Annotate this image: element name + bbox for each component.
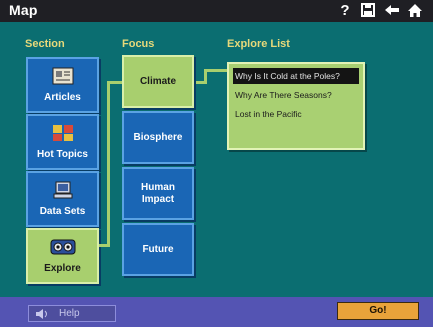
section-data-sets-label: Data Sets <box>39 206 86 217</box>
explore-icon <box>50 238 76 259</box>
connector-line <box>107 81 110 247</box>
connector-line <box>107 81 122 84</box>
help-button[interactable]: Help <box>28 305 116 322</box>
section-articles-button[interactable]: Articles <box>26 57 99 113</box>
section-hot-topics-button[interactable]: Hot Topics <box>26 114 99 170</box>
section-header: Section <box>25 38 65 50</box>
back-arrow-icon[interactable] <box>384 3 400 19</box>
list-item[interactable]: Why Is It Cold at the Poles? <box>233 68 359 84</box>
focus-climate-button[interactable]: Climate <box>122 55 194 108</box>
question-icon[interactable]: ? <box>337 3 353 19</box>
hot-topics-icon <box>52 124 74 145</box>
app-title: Map <box>9 2 38 18</box>
speaker-icon <box>35 309 49 324</box>
articles-icon <box>52 67 74 88</box>
list-item[interactable]: Lost in the Pacific <box>233 106 359 122</box>
explore-list: Why Is It Cold at the Poles? Why Are The… <box>227 62 365 150</box>
connector-line <box>99 244 107 247</box>
focus-header: Focus <box>122 38 155 50</box>
go-button[interactable]: Go! <box>337 302 419 320</box>
section-articles-label: Articles <box>44 92 81 103</box>
save-icon[interactable] <box>360 3 376 19</box>
focus-biosphere-button[interactable]: Biosphere <box>122 111 194 164</box>
main-panel: Section Focus Explore List Articles Hot … <box>0 22 433 297</box>
section-explore-label: Explore <box>44 263 81 274</box>
section-explore-button[interactable]: Explore <box>26 228 99 284</box>
focus-human-impact-button[interactable]: Human Impact <box>122 167 194 220</box>
focus-future-button[interactable]: Future <box>122 223 194 276</box>
explore-list-header: Explore List <box>227 38 290 50</box>
section-hot-topics-label: Hot Topics <box>37 149 88 160</box>
list-item[interactable]: Why Are There Seasons? <box>233 87 359 103</box>
title-bar: Map ? <box>0 0 433 22</box>
connector-line <box>194 81 204 84</box>
home-icon[interactable] <box>407 3 423 19</box>
data-sets-icon <box>53 181 73 202</box>
connector-line <box>204 69 227 72</box>
help-label: Help <box>59 308 80 319</box>
section-data-sets-button[interactable]: Data Sets <box>26 171 99 227</box>
